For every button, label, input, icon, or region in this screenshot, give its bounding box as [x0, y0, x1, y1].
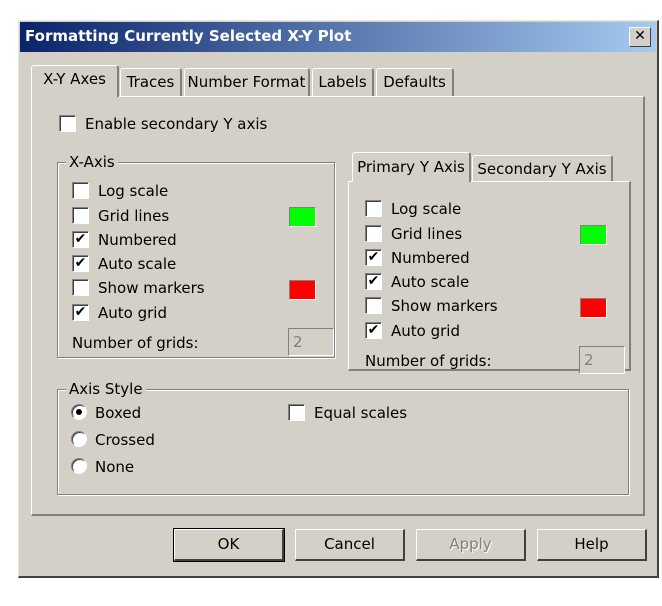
axis-style-group: Axis Style Boxed Crossed None Equal scal… [57, 380, 629, 495]
tab-label: X-Y Axes [43, 70, 106, 88]
ok-button[interactable]: OK [173, 528, 285, 562]
checkbox-label: Auto grid [391, 322, 460, 340]
x-num-grids-input[interactable]: 2 [288, 328, 334, 356]
checkbox-box[interactable]: ✔ [365, 249, 382, 266]
x-num-grids-label: Number of grids: [72, 334, 199, 352]
checkbox-box[interactable] [59, 115, 76, 132]
title-bar[interactable]: Formatting Currently Selected X-Y Plot ✕ [20, 22, 656, 52]
radio-button[interactable] [71, 458, 87, 474]
checkbox-label: Log scale [391, 200, 462, 218]
x-marker-color-swatch[interactable] [289, 280, 316, 300]
check-icon: ✔ [74, 304, 87, 320]
primary-y-axis-panel: Log scale Grid lines ✔ Numbered ✔ Auto s… [348, 181, 631, 374]
checkbox-box[interactable] [72, 182, 89, 199]
tab-xy-axes[interactable]: X-Y Axes [31, 65, 119, 97]
tab-defaults[interactable]: Defaults [376, 68, 454, 96]
checkbox-label: Show markers [98, 279, 205, 297]
tab-secondary-y-axis[interactable]: Secondary Y Axis [472, 155, 613, 183]
checkbox-box[interactable]: ✔ [72, 231, 89, 248]
x-grid-color-swatch[interactable] [289, 207, 316, 227]
checkbox-box[interactable] [288, 404, 305, 421]
checkbox-label: Log scale [98, 182, 169, 200]
radio-dot-icon [76, 409, 82, 415]
tab-label: Secondary Y Axis [477, 160, 607, 178]
checkbox-box[interactable]: ✔ [72, 255, 89, 272]
checkbox-box[interactable]: ✔ [365, 322, 382, 339]
y-num-grids-label: Number of grids: [365, 352, 492, 370]
close-icon: ✕ [634, 28, 646, 44]
y-marker-color-swatch[interactable] [580, 298, 607, 318]
x-axis-group: X-Axis Log scale Grid lines ✔ Numbered ✔… [57, 153, 335, 358]
tab-primary-y-axis[interactable]: Primary Y Axis [352, 152, 471, 182]
check-icon: ✔ [367, 322, 380, 338]
checkbox-label: Auto scale [98, 255, 177, 273]
checkbox-label: Grid lines [391, 225, 463, 243]
tab-label: Primary Y Axis [357, 158, 465, 176]
checkbox-label: Enable secondary Y axis [85, 115, 268, 133]
check-icon: ✔ [74, 231, 87, 247]
checkbox-box[interactable] [365, 225, 382, 242]
y-num-grids-input[interactable]: 2 [579, 346, 625, 374]
xy-axes-panel: Enable secondary Y axis X-Axis Log scale… [31, 96, 645, 516]
checkbox-box[interactable] [365, 297, 382, 314]
checkbox-label: Numbered [98, 231, 177, 249]
check-icon: ✔ [367, 249, 380, 265]
radio-button[interactable] [71, 404, 87, 420]
tab-label: Defaults [383, 73, 446, 91]
radio-label: Crossed [95, 431, 155, 449]
tab-labels[interactable]: Labels [312, 68, 374, 96]
y-grid-color-swatch[interactable] [580, 225, 607, 245]
checkbox-box[interactable] [72, 279, 89, 296]
checkbox-label: Numbered [391, 249, 470, 267]
format-xy-plot-dialog: Formatting Currently Selected X-Y Plot ✕… [18, 20, 659, 578]
tab-label: Labels [318, 73, 367, 91]
checkbox-box[interactable]: ✔ [72, 304, 89, 321]
checkbox-box[interactable]: ✔ [365, 273, 382, 290]
cancel-button[interactable]: Cancel [295, 529, 405, 561]
radio-label: None [95, 458, 135, 476]
checkbox-label: Auto grid [98, 304, 167, 322]
group-title: X-Axis [66, 153, 118, 171]
checkbox-label: Show markers [391, 297, 498, 315]
checkbox-label: Grid lines [98, 207, 170, 225]
checkbox-label: Auto scale [391, 273, 470, 291]
dialog-title: Formatting Currently Selected X-Y Plot [25, 27, 352, 45]
checkbox-label: Equal scales [314, 404, 408, 422]
checkbox-box[interactable] [72, 207, 89, 224]
tab-label: Number Format [187, 73, 306, 91]
tab-traces[interactable]: Traces [120, 68, 182, 96]
help-button[interactable]: Help [537, 529, 647, 561]
checkbox-box[interactable] [365, 200, 382, 217]
apply-button[interactable]: Apply [416, 529, 526, 561]
check-icon: ✔ [367, 273, 380, 289]
group-title: Axis Style [66, 380, 146, 398]
tab-number-format[interactable]: Number Format [184, 68, 310, 96]
close-button[interactable]: ✕ [629, 27, 651, 47]
radio-label: Boxed [95, 404, 142, 422]
radio-button[interactable] [71, 431, 87, 447]
check-icon: ✔ [74, 255, 87, 271]
tab-label: Traces [126, 73, 175, 91]
